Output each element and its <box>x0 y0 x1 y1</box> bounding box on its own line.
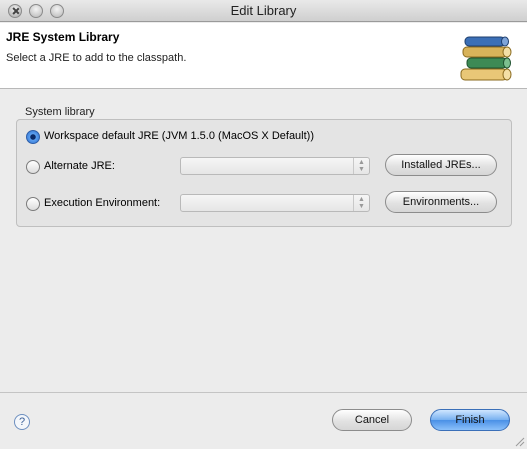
alternate-jre-label[interactable]: Alternate JRE: <box>44 160 115 172</box>
execution-environment-radio[interactable] <box>26 197 40 211</box>
workspace-default-jre-radio[interactable] <box>26 130 40 144</box>
header-title: JRE System Library <box>6 30 120 44</box>
alternate-jre-radio[interactable] <box>26 160 40 174</box>
window-title: Edit Library <box>230 3 297 18</box>
updown-arrows-icon: ▲ ▼ <box>353 195 369 211</box>
workspace-default-jre-label[interactable]: Workspace default JRE (JVM 1.5.0 (MacOS … <box>44 130 314 142</box>
footer-divider <box>0 392 527 393</box>
header-subtitle: Select a JRE to add to the classpath. <box>6 52 187 64</box>
cancel-button[interactable]: Cancel <box>332 409 412 431</box>
updown-arrows-icon: ▲ ▼ <box>353 158 369 174</box>
finish-button[interactable]: Finish <box>430 409 510 431</box>
system-library-group-label: System library <box>25 106 95 118</box>
title-bar: Edit Library <box>0 0 527 22</box>
execution-environment-label[interactable]: Execution Environment: <box>44 197 160 209</box>
library-books-icon <box>460 36 512 81</box>
dialog-header: JRE System Library Select a JRE to add t… <box>0 23 527 89</box>
execution-environment-select[interactable]: ▲ ▼ <box>180 194 370 212</box>
help-icon[interactable]: ? <box>14 414 30 430</box>
resize-grip-icon[interactable] <box>513 435 525 447</box>
environments-button[interactable]: Environments... <box>385 191 497 213</box>
alternate-jre-select[interactable]: ▲ ▼ <box>180 157 370 175</box>
installed-jres-button[interactable]: Installed JREs... <box>385 154 497 176</box>
